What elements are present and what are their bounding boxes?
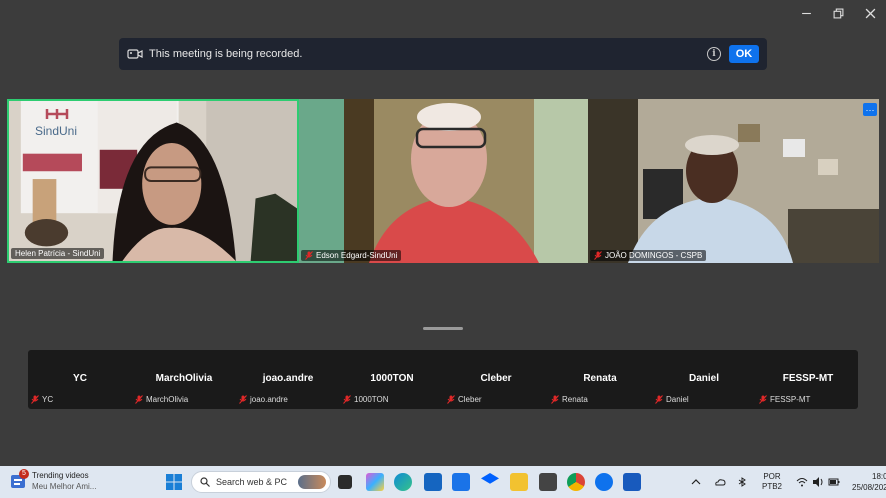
participant-label: JOÃO DOMINGOS - CSPB xyxy=(590,250,707,261)
language-indicator[interactable]: POR PTB2 xyxy=(762,472,782,492)
gallery-resize-handle[interactable] xyxy=(423,327,463,330)
svg-text:SindUni: SindUni xyxy=(35,124,77,138)
mic-muted-icon xyxy=(135,395,143,404)
onedrive-icon[interactable] xyxy=(714,476,726,488)
recording-message: This meeting is being recorded. xyxy=(149,48,303,60)
video-feed xyxy=(588,99,879,263)
recording-camera-icon xyxy=(127,49,143,59)
search-icon xyxy=(200,477,210,487)
minimize-icon[interactable] xyxy=(790,0,822,26)
mic-muted-icon xyxy=(305,251,313,260)
restore-icon[interactable] xyxy=(822,0,854,26)
close-icon[interactable] xyxy=(854,0,886,26)
mic-muted-icon xyxy=(655,395,663,404)
dropbox-icon[interactable] xyxy=(481,473,499,484)
taskbar-search[interactable]: Search web & PC xyxy=(191,471,331,493)
wifi-icon[interactable] xyxy=(796,476,808,488)
copilot-icon[interactable] xyxy=(366,473,384,491)
battery-icon[interactable] xyxy=(828,476,840,488)
calculator-icon[interactable] xyxy=(539,473,557,491)
attendee-tile[interactable]: Daniel Daniel xyxy=(652,350,756,409)
attendee-tile[interactable]: Cleber Cleber xyxy=(444,350,548,409)
video-tile-joao[interactable]: ··· JOÃO DOMINGOS - CSPB xyxy=(588,99,879,263)
window-controls xyxy=(790,0,886,26)
chrome-icon[interactable] xyxy=(567,473,585,491)
chevron-up-icon[interactable] xyxy=(690,476,702,488)
attendee-tile[interactable]: joao.andre joao.andre xyxy=(236,350,340,409)
news-badge: 5 xyxy=(19,469,29,479)
video-tile-helen[interactable]: SindUni Helen Patrícia - SindUni xyxy=(7,99,299,263)
search-highlight-thumbnail xyxy=(298,475,326,489)
attendee-strip: YC YC MarchOlivia MarchOlivia joao.andre… xyxy=(28,350,858,409)
zoom-icon[interactable] xyxy=(595,473,613,491)
news-icon: 5 xyxy=(10,469,29,490)
mic-muted-icon xyxy=(551,395,559,404)
info-icon[interactable]: i xyxy=(707,47,721,61)
news-subtitle: Meu Melhor Ami... xyxy=(32,482,97,491)
attendee-tile[interactable]: MarchOlivia MarchOlivia xyxy=(132,350,236,409)
mic-muted-icon xyxy=(343,395,351,404)
mic-muted-icon xyxy=(447,395,455,404)
sindUni-logo: SindUni xyxy=(35,109,77,138)
mic-muted-icon xyxy=(239,395,247,404)
mic-muted-icon xyxy=(31,395,39,404)
mic-muted-icon xyxy=(594,251,602,260)
volume-icon[interactable] xyxy=(812,476,824,488)
word-icon[interactable] xyxy=(623,473,641,491)
participant-label: Helen Patrícia - SindUni xyxy=(11,248,105,259)
bluetooth-icon[interactable] xyxy=(736,476,748,488)
windows-start-icon[interactable] xyxy=(166,474,182,490)
video-tile-edson[interactable]: Edson Edgard-SindUni xyxy=(299,99,588,263)
more-options-button[interactable]: ··· xyxy=(863,103,877,116)
windows-taskbar: 5 Trending videos Meu Melhor Ami... Sear… xyxy=(0,466,886,498)
store-icon[interactable] xyxy=(424,473,442,491)
video-feed xyxy=(299,99,588,263)
news-widget[interactable]: 5 Trending videos Meu Melhor Ami... xyxy=(10,469,97,492)
mail-icon[interactable] xyxy=(452,473,470,491)
clock[interactable]: 18:01 25/08/2025 xyxy=(852,471,886,493)
participant-label: Edson Edgard-SindUni xyxy=(301,250,402,261)
search-placeholder: Search web & PC xyxy=(216,477,288,487)
attendee-tile[interactable]: Renata Renata xyxy=(548,350,652,409)
edge-icon[interactable] xyxy=(394,473,412,491)
ok-button[interactable]: OK xyxy=(729,45,759,63)
folder-icon[interactable] xyxy=(510,473,528,491)
file-explorer-icon[interactable] xyxy=(338,475,352,489)
attendee-tile[interactable]: 1000TON 1000TON xyxy=(340,350,444,409)
attendee-tile[interactable]: FESSP-MT FESSP-MT xyxy=(756,350,860,409)
recording-banner: This meeting is being recorded. i OK xyxy=(119,38,767,70)
mic-muted-icon xyxy=(759,395,767,404)
news-title: Trending videos xyxy=(32,471,89,480)
system-tray: POR PTB2 18:01 25/08/2025 xyxy=(690,466,886,498)
attendee-tile[interactable]: YC YC xyxy=(28,350,132,409)
